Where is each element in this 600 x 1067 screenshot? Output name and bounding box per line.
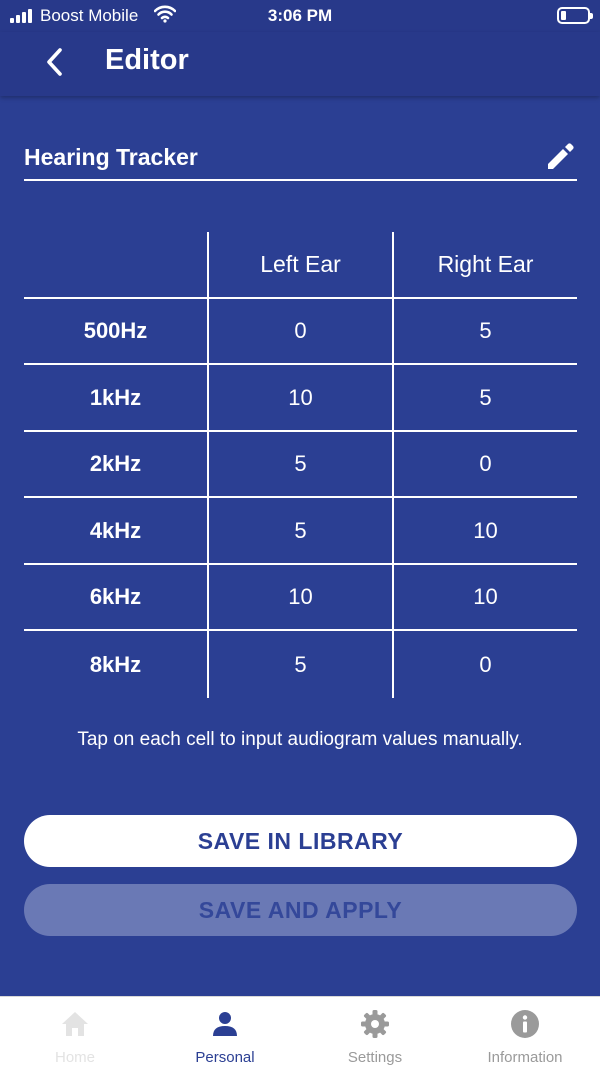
back-chevron-icon[interactable] bbox=[40, 46, 72, 78]
cell-left-2khz[interactable]: 5 bbox=[209, 432, 392, 496]
row-label-8khz: 8kHz bbox=[89, 651, 142, 677]
cell-left-4khz[interactable]: 5 bbox=[209, 498, 392, 563]
profile-name: Hearing Tracker bbox=[24, 144, 198, 170]
cell-right-4khz[interactable]: 10 bbox=[394, 498, 577, 563]
save-and-apply-button[interactable]: SAVE AND APPLY bbox=[24, 884, 577, 936]
cell-right-500hz[interactable]: 5 bbox=[394, 299, 577, 363]
row-label-4khz: 4kHz bbox=[89, 517, 142, 543]
tab-label: Home bbox=[54, 1049, 95, 1066]
cell-right-6khz[interactable]: 10 bbox=[394, 565, 577, 629]
tab-label: Settings bbox=[347, 1049, 403, 1066]
cell-left-1khz[interactable]: 10 bbox=[209, 365, 392, 430]
battery-icon bbox=[557, 7, 593, 24]
tab-home[interactable]: Home bbox=[0, 997, 150, 1067]
cell-right-8khz[interactable]: 0 bbox=[394, 631, 577, 698]
column-header-right-ear: Right Ear bbox=[437, 251, 534, 277]
row-label-500hz: 500Hz bbox=[83, 318, 148, 343]
cell-left-500hz[interactable]: 0 bbox=[209, 299, 392, 363]
tab-label: Information bbox=[487, 1049, 563, 1066]
nav-bar: Editor bbox=[0, 32, 600, 96]
row-label-1khz: 1kHz bbox=[89, 384, 142, 410]
person-icon bbox=[213, 1012, 237, 1036]
cell-right-2khz[interactable]: 0 bbox=[394, 432, 577, 496]
tab-bar: Home Personal Settings Information bbox=[0, 996, 600, 1067]
gear-icon bbox=[361, 1010, 389, 1038]
cell-right-1khz[interactable]: 5 bbox=[394, 365, 577, 430]
profile-name-field[interactable]: Hearing Tracker bbox=[24, 135, 577, 181]
row-label-6khz: 6kHz bbox=[89, 584, 142, 609]
tab-label: Personal bbox=[195, 1049, 255, 1066]
audiogram-table: Left Ear Right Ear 500Hz 0 5 1kHz 10 5 2… bbox=[24, 232, 577, 698]
pencil-icon[interactable] bbox=[545, 142, 575, 172]
instruction-text: Tap on each cell to input audiogram valu… bbox=[77, 729, 523, 750]
cell-left-6khz[interactable]: 10 bbox=[209, 565, 392, 629]
save-in-library-button[interactable]: SAVE IN LIBRARY bbox=[24, 815, 577, 867]
status-bar: Boost Mobile 3:06 PM bbox=[0, 0, 600, 32]
column-header-left-ear: Left Ear bbox=[260, 251, 341, 277]
cell-left-8khz[interactable]: 5 bbox=[209, 631, 392, 698]
tab-settings[interactable]: Settings bbox=[300, 997, 450, 1067]
tab-information[interactable]: Information bbox=[450, 997, 600, 1067]
tab-personal[interactable]: Personal bbox=[150, 997, 300, 1067]
status-time: 3:06 PM bbox=[267, 6, 333, 25]
info-icon bbox=[511, 1010, 539, 1038]
home-icon bbox=[62, 1012, 88, 1036]
page-title: Editor bbox=[105, 44, 189, 76]
row-label-2khz: 2kHz bbox=[89, 451, 142, 476]
